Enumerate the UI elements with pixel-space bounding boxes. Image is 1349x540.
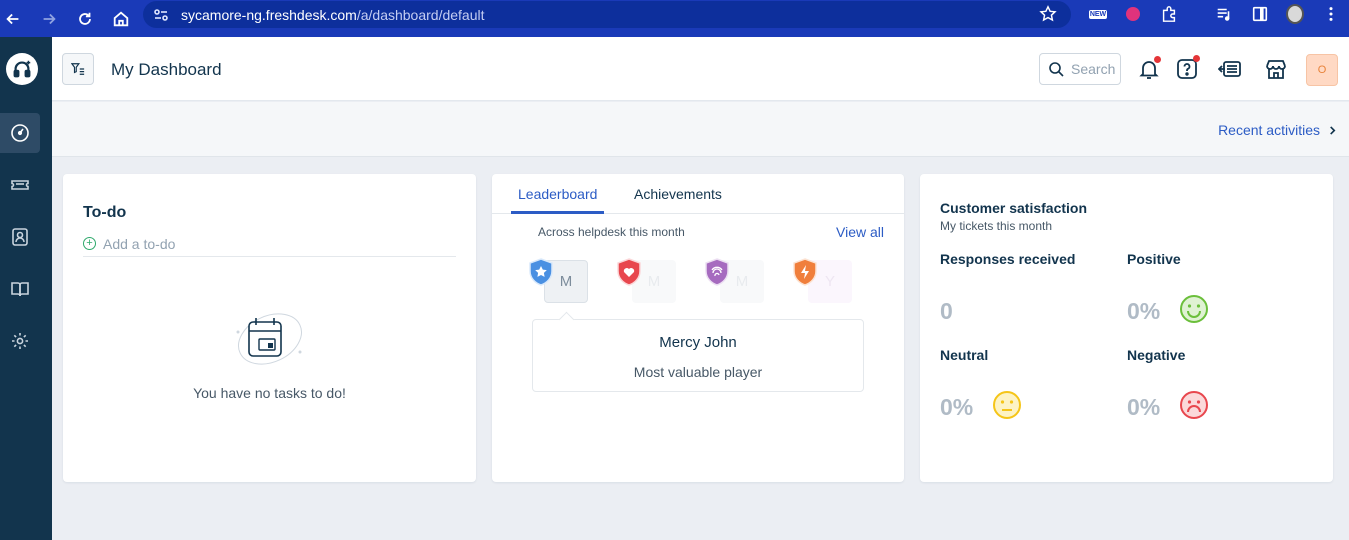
leaderboard-slot-2[interactable]: M bbox=[616, 258, 680, 304]
user-avatar[interactable]: O bbox=[1306, 54, 1338, 86]
active-tab-indicator bbox=[511, 211, 604, 214]
leaderboard-slot-1[interactable]: M bbox=[528, 258, 592, 304]
search-icon bbox=[1049, 62, 1064, 77]
dashboard-gauge-icon bbox=[11, 124, 29, 142]
extension-new-icon[interactable]: NEW bbox=[1088, 5, 1108, 23]
page-title: My Dashboard bbox=[111, 60, 222, 79]
notifications-button[interactable] bbox=[1136, 56, 1162, 82]
view-all-link[interactable]: View all bbox=[836, 224, 884, 240]
profile-avatar-icon[interactable] bbox=[1286, 4, 1304, 24]
star-shield-icon bbox=[529, 258, 553, 286]
customer-satisfaction-widget: Customer satisfaction My tickets this mo… bbox=[920, 174, 1333, 482]
heart-shield-icon bbox=[617, 258, 641, 286]
help-dot bbox=[1193, 55, 1200, 62]
positive-value: 0% bbox=[1127, 298, 1161, 324]
mvp-name: Mercy John bbox=[659, 334, 737, 351]
mvp-card: Mercy John Most valuable player bbox=[532, 319, 864, 392]
contact-icon bbox=[12, 228, 28, 246]
leaderboard-subtitle: Across helpdesk this month bbox=[538, 225, 685, 239]
negative-label: Negative bbox=[1127, 347, 1186, 363]
positive-label: Positive bbox=[1127, 251, 1181, 267]
empty-calendar-icon bbox=[236, 313, 302, 365]
app-sidebar bbox=[0, 37, 52, 540]
search-label: Search bbox=[1071, 61, 1116, 77]
tab-achievements[interactable]: Achievements bbox=[634, 186, 722, 202]
sidebar-item-dashboard[interactable] bbox=[0, 113, 40, 153]
add-todo-placeholder: Add a to-do bbox=[103, 236, 176, 252]
todo-empty-text: You have no tasks to do! bbox=[193, 385, 346, 401]
todo-title: To-do bbox=[83, 204, 127, 221]
back-icon[interactable] bbox=[2, 8, 24, 30]
home-icon[interactable] bbox=[110, 8, 132, 30]
forward-icon[interactable] bbox=[38, 8, 60, 30]
media-queue-icon[interactable] bbox=[1215, 5, 1233, 23]
todo-widget: To-do + Add a to-do You have no tasks to… bbox=[63, 174, 476, 482]
neutral-face-icon bbox=[993, 391, 1021, 419]
chevron-right-icon bbox=[1330, 125, 1336, 135]
keyboard-arrow-icon bbox=[1218, 61, 1241, 77]
sidebar-item-admin[interactable] bbox=[0, 321, 40, 361]
happy-face-icon bbox=[1180, 295, 1208, 323]
responses-value: 0 bbox=[940, 298, 953, 324]
extensions-puzzle-icon[interactable] bbox=[1160, 5, 1178, 23]
browser-toolbar: sycamore-ng.freshdesk.com/a/dashboard/de… bbox=[0, 0, 1349, 37]
filter-icon bbox=[71, 63, 85, 75]
neutral-label: Neutral bbox=[940, 347, 989, 363]
side-panel-icon[interactable] bbox=[1251, 5, 1269, 23]
gear-icon bbox=[12, 333, 28, 349]
leaderboard-slot-4[interactable]: Y bbox=[792, 258, 856, 304]
app-header: My Dashboard Search O bbox=[52, 37, 1349, 101]
store-icon bbox=[1266, 60, 1286, 79]
site-info-icon[interactable] bbox=[153, 7, 169, 23]
leaderboard-slot-3[interactable]: M bbox=[704, 258, 768, 304]
freshdesk-logo-icon[interactable] bbox=[6, 53, 38, 85]
leaderboard-tabs: Leaderboard Achievements bbox=[492, 174, 904, 214]
leaderboard-widget: Leaderboard Achievements Across helpdesk… bbox=[492, 174, 904, 482]
responses-label: Responses received bbox=[940, 251, 1076, 267]
mvp-role: Most valuable player bbox=[633, 364, 763, 380]
add-todo-input[interactable]: + Add a to-do bbox=[83, 236, 456, 257]
notification-dot bbox=[1154, 56, 1161, 63]
search-button[interactable]: Search bbox=[1039, 53, 1121, 85]
recent-activities-label: Recent activities bbox=[1218, 122, 1320, 138]
neutral-value: 0% bbox=[940, 394, 974, 420]
csat-title: Customer satisfaction bbox=[940, 200, 1088, 216]
extension-circle-icon[interactable] bbox=[1124, 5, 1142, 23]
marketplace-button[interactable] bbox=[1263, 56, 1289, 82]
tab-leaderboard[interactable]: Leaderboard bbox=[518, 186, 597, 202]
reload-icon[interactable] bbox=[74, 8, 96, 30]
help-button[interactable] bbox=[1174, 55, 1200, 82]
csat-subtitle: My tickets this month bbox=[940, 219, 1053, 233]
sidebar-item-contacts[interactable] bbox=[0, 217, 40, 257]
address-bar[interactable]: sycamore-ng.freshdesk.com/a/dashboard/de… bbox=[143, 1, 1071, 28]
book-icon bbox=[11, 282, 29, 297]
lightning-shield-icon bbox=[793, 258, 817, 286]
bookmark-star-icon[interactable] bbox=[1039, 5, 1057, 23]
browser-menu-icon[interactable] bbox=[1322, 5, 1340, 23]
apps-button[interactable] bbox=[1217, 56, 1243, 82]
fingerprint-shield-icon bbox=[705, 258, 729, 286]
ticket-icon bbox=[11, 180, 29, 190]
url-text: sycamore-ng.freshdesk.com/a/dashboard/de… bbox=[181, 6, 485, 23]
sidebar-item-solutions[interactable] bbox=[0, 269, 40, 309]
recent-activities-link[interactable]: Recent activities bbox=[1218, 122, 1337, 138]
sad-face-icon bbox=[1180, 391, 1208, 419]
negative-value: 0% bbox=[1127, 394, 1161, 420]
add-circle-icon: + bbox=[83, 237, 96, 250]
dashboard-filter-button[interactable] bbox=[62, 53, 94, 85]
dashboard-subbar: Recent activities bbox=[52, 102, 1349, 157]
sidebar-item-tickets[interactable] bbox=[0, 165, 40, 205]
